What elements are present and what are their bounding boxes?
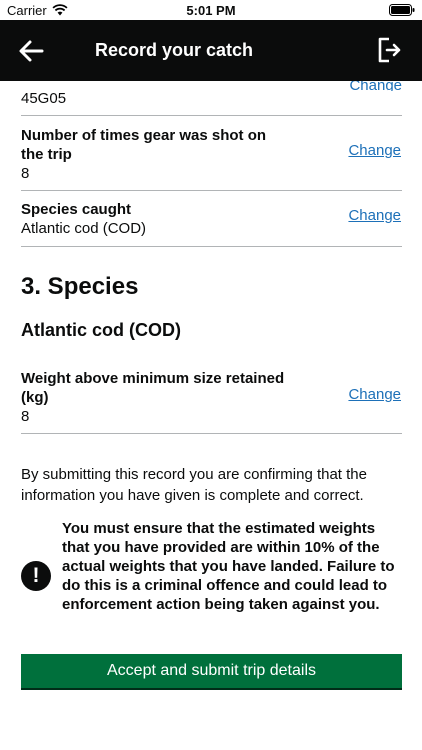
status-bar: Carrier 5:01 PM (0, 0, 422, 20)
scroll-content[interactable]: Change 45G05 Number of times gear was sh… (0, 81, 422, 750)
battery-icon (389, 4, 415, 16)
summary-key: Species caught (21, 201, 132, 218)
summary-value: 8 (21, 165, 30, 182)
arrow-left-icon[interactable] (18, 38, 44, 64)
change-link-gear-shot[interactable]: Change (348, 142, 401, 159)
clock: 5:01 PM (186, 3, 236, 18)
declaration-text: By submitting this record you are confir… (21, 466, 367, 504)
summary-row-weight: Weight above minimum size retained (kg) … (21, 366, 402, 434)
summary-row-gear-shot: Number of times gear was shot on the tri… (21, 116, 402, 191)
summary-value-partial: 45G05 (21, 90, 67, 107)
exclamation-icon: ! (21, 561, 51, 591)
summary-row-partial: 45G05 (21, 81, 402, 116)
species-heading: Atlantic cod (COD) (21, 320, 181, 340)
summary-value: Atlantic cod (COD) (21, 220, 147, 237)
summary-value: 8 (21, 408, 30, 425)
summary-key: Number of times gear was shot on the tri… (21, 127, 267, 163)
submit-button[interactable]: Accept and submit trip details (21, 654, 402, 690)
sign-out-icon[interactable] (376, 36, 404, 64)
page-title: Record your catch (95, 40, 254, 60)
navigation-bar: Record your catch (0, 20, 422, 81)
change-link-weight[interactable]: Change (348, 386, 401, 403)
warning-text: You must ensure that the estimated weigh… (62, 520, 395, 613)
change-link-species-caught[interactable]: Change (348, 207, 401, 224)
summary-key: Weight above minimum size retained (kg) (21, 370, 285, 406)
summary-row-species-caught: Species caught Atlantic cod (COD) Change (21, 191, 402, 247)
section-heading: 3. Species (21, 273, 139, 300)
